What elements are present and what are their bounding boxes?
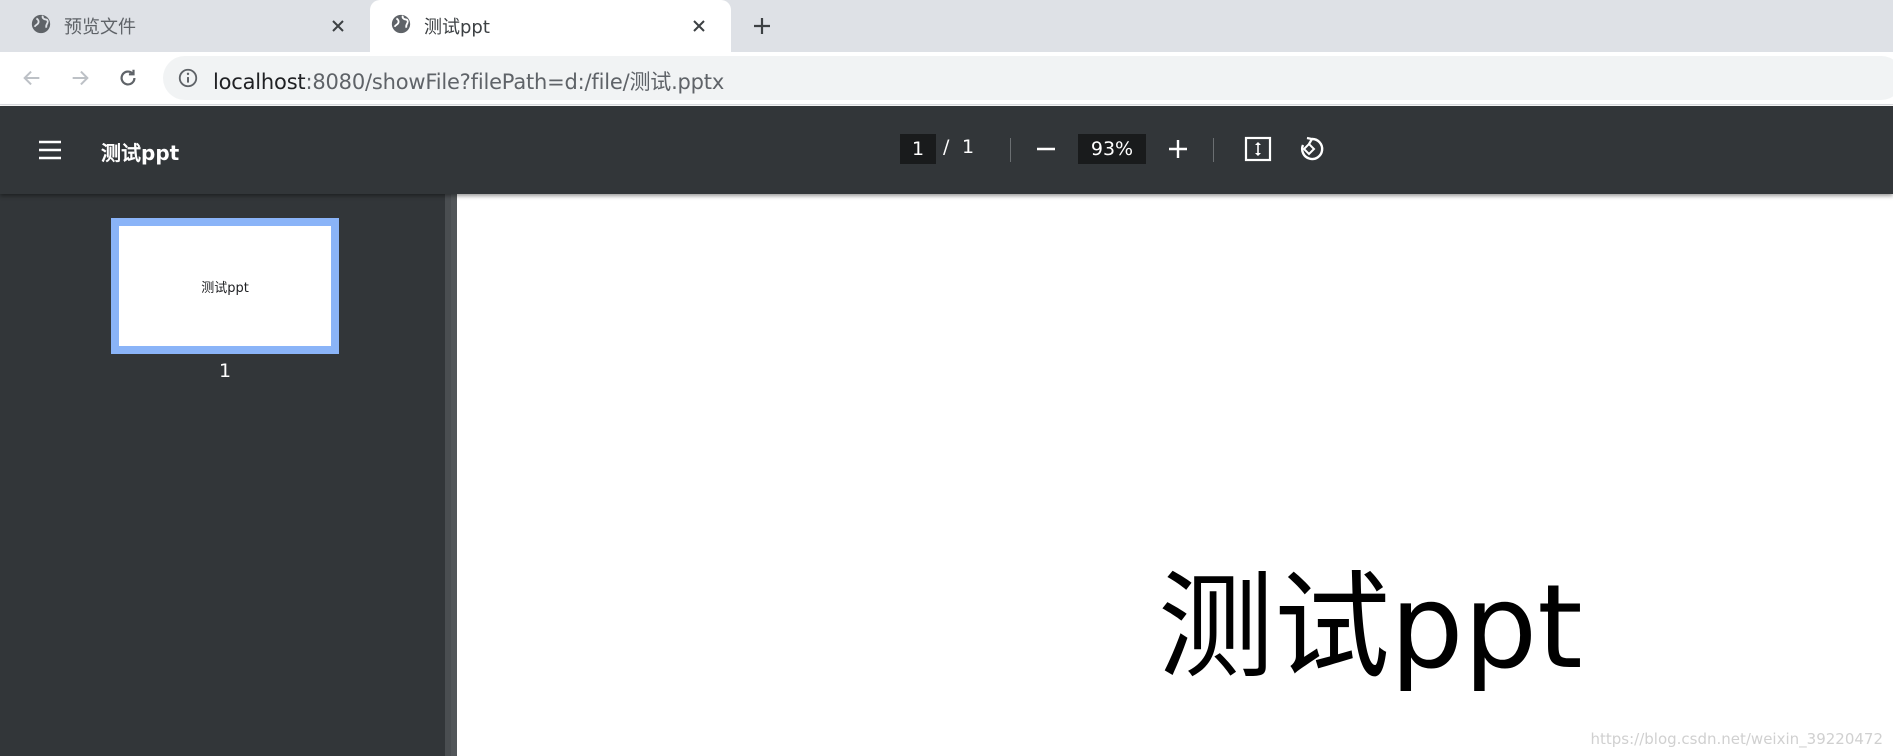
back-button[interactable] bbox=[16, 62, 48, 94]
divider bbox=[1010, 138, 1011, 162]
zoom-in-button[interactable] bbox=[1163, 134, 1193, 164]
thumbnail-page: 测试ppt bbox=[119, 226, 331, 346]
zoom-out-button[interactable] bbox=[1031, 134, 1061, 164]
tab-test-ppt[interactable]: 测试ppt bbox=[370, 0, 731, 52]
document-title: 测试ppt bbox=[101, 141, 180, 165]
reload-button[interactable] bbox=[112, 62, 144, 94]
globe-icon bbox=[30, 13, 52, 39]
tab-title: 预览文件 bbox=[64, 17, 136, 38]
url-path: :8080/showFile?filePath=d:/file/测试.pptx bbox=[305, 70, 725, 94]
address-bar[interactable]: localhost:8080/showFile?filePath=d:/file… bbox=[163, 56, 1893, 100]
menu-icon[interactable] bbox=[36, 136, 64, 164]
slide-title: 测试ppt bbox=[1158, 560, 1583, 695]
globe-icon bbox=[390, 13, 412, 39]
new-tab-button[interactable] bbox=[748, 12, 776, 40]
tab-strip: 预览文件 测试ppt bbox=[0, 0, 1893, 52]
watermark: https://blog.csdn.net/weixin_39220472 bbox=[1590, 730, 1883, 748]
thumbnail-sidebar: 测试ppt 1 bbox=[0, 194, 451, 756]
thumbnail-page-number: 1 bbox=[218, 360, 232, 382]
thumbnail-text: 测试ppt bbox=[201, 280, 249, 296]
info-icon[interactable] bbox=[177, 67, 199, 89]
fit-to-page-icon[interactable] bbox=[1243, 134, 1273, 164]
tab-title: 测试ppt bbox=[424, 17, 490, 38]
close-tab-icon[interactable] bbox=[324, 12, 352, 40]
url-text: localhost:8080/showFile?filePath=d:/file… bbox=[213, 66, 724, 96]
page-thumbnail[interactable]: 测试ppt bbox=[111, 218, 339, 354]
browser-toolbar: localhost:8080/showFile?filePath=d:/file… bbox=[0, 52, 1893, 105]
close-tab-icon[interactable] bbox=[685, 12, 713, 40]
page-separator: / bbox=[943, 136, 950, 158]
pdf-toolbar: 测试ppt 1 / 1 93% bbox=[0, 106, 1893, 194]
rotate-icon[interactable] bbox=[1297, 134, 1327, 164]
zoom-level-input[interactable]: 93% bbox=[1078, 134, 1146, 164]
divider bbox=[1213, 138, 1214, 162]
tab-preview-file[interactable]: 预览文件 bbox=[0, 0, 370, 52]
page-total: 1 bbox=[962, 136, 975, 158]
forward-button[interactable] bbox=[64, 62, 96, 94]
page-number-input[interactable]: 1 bbox=[900, 134, 936, 164]
url-host: localhost bbox=[213, 70, 306, 94]
